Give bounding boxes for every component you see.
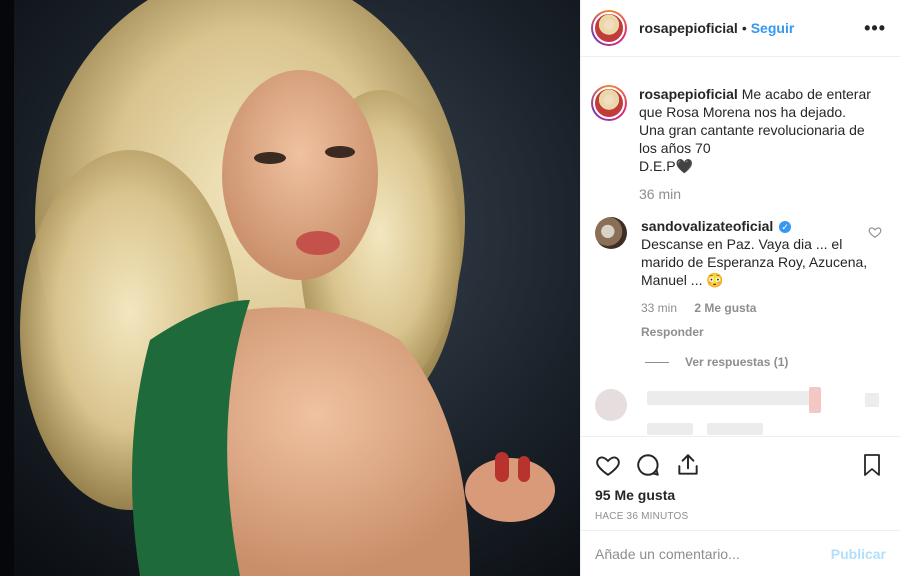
comments-section[interactable]: rosapepioficial Me acabo de enterar que … — [581, 57, 900, 435]
view-replies-button[interactable]: Ver respuestas (1) — [645, 355, 900, 369]
verified-badge-icon: ✓ — [779, 221, 792, 234]
view-replies-label: Ver respuestas (1) — [685, 355, 789, 369]
comment-like-heart-icon[interactable] — [868, 225, 882, 239]
reply-button[interactable]: Responder — [641, 323, 871, 341]
post-header: rosapepioficial • Seguir ••• — [581, 0, 900, 57]
post-actions: 95 Me gusta HACE 36 MINUTOS — [581, 436, 900, 522]
commenter-avatar[interactable] — [595, 217, 627, 249]
author-username[interactable]: rosapepioficial — [639, 20, 738, 36]
share-icon[interactable] — [675, 452, 701, 478]
heart-icon[interactable] — [595, 452, 621, 478]
comment-time[interactable]: 33 min — [641, 301, 677, 315]
blurred-comment — [581, 383, 900, 435]
caption-author[interactable]: rosapepioficial — [639, 86, 738, 102]
comment-likes[interactable]: 2 Me gusta — [694, 301, 756, 315]
follow-button[interactable]: Seguir — [751, 20, 795, 36]
comment-icon[interactable] — [635, 452, 661, 478]
replies-divider-line — [645, 361, 669, 363]
author-avatar[interactable] — [591, 10, 627, 46]
separator-dot: • — [741, 20, 747, 36]
post-image — [0, 0, 580, 576]
comment-input[interactable] — [595, 545, 831, 562]
commenter-username[interactable]: sandovalizateoficial — [641, 218, 773, 234]
publish-button[interactable]: Publicar — [831, 546, 886, 562]
caption-author-avatar[interactable] — [591, 85, 627, 121]
more-options-icon[interactable]: ••• — [864, 18, 886, 39]
add-comment-bar: Publicar — [581, 530, 900, 576]
likes-count[interactable]: 95 Me gusta — [595, 487, 884, 503]
comment-item: sandovalizateoficial ✓ Descanse en Paz. … — [581, 203, 900, 341]
caption-text-2: Una gran cantante revolucionaria de los … — [639, 122, 865, 156]
post-detail-panel: rosapepioficial • Seguir ••• rosapepiofi… — [580, 0, 900, 576]
caption-time[interactable]: 36 min — [639, 185, 879, 203]
comment-text: Descanse en Paz. Vaya dia ... el marido … — [641, 236, 868, 288]
caption-text-3: D.E.P🖤 — [639, 158, 693, 174]
post-caption: rosapepioficial Me acabo de enterar que … — [581, 57, 900, 203]
post-photo[interactable] — [0, 0, 580, 576]
bookmark-icon[interactable] — [860, 452, 884, 478]
post-date[interactable]: HACE 36 MINUTOS — [595, 511, 884, 522]
